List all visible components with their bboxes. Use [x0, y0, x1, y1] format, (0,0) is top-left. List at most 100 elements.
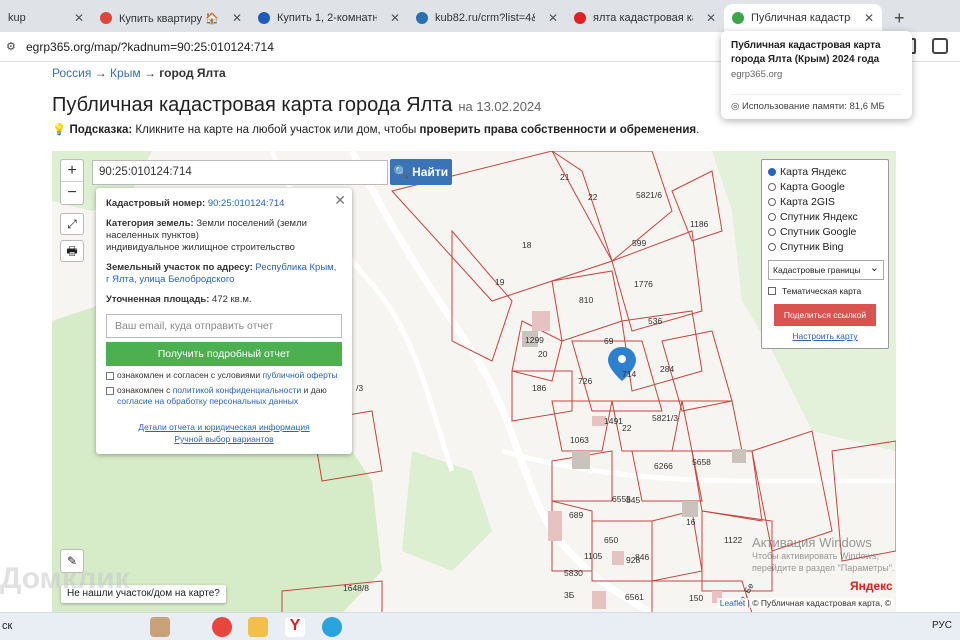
new-tab-button[interactable]: + — [894, 4, 905, 32]
site-settings-icon[interactable]: ⚙ — [6, 40, 20, 54]
layer-select[interactable]: Кадастровые границы — [768, 260, 884, 280]
layer-option[interactable]: Спутник Google — [768, 224, 882, 239]
tab-0[interactable]: kup ✕ — [0, 4, 92, 32]
close-icon[interactable]: ✕ — [334, 192, 346, 209]
get-report-button[interactable]: Получить подробный отчет — [106, 342, 342, 366]
hover-card-domain: egrp365.org — [731, 69, 783, 80]
lightbulb-icon: 💡 — [52, 124, 67, 136]
hint-label: Подсказка: — [69, 124, 133, 136]
tab-5[interactable]: Публичная кадастровая к ✕ — [724, 4, 882, 32]
telegram-icon[interactable] — [322, 617, 342, 637]
find-button[interactable]: 🔍 Найти — [390, 159, 452, 185]
layer-option-label: Карта Google — [780, 180, 845, 193]
cadastral-map[interactable]: 21 22 5821/6 1186 18 599 19 1776 810 536 1299 69 20 2… — [52, 151, 896, 613]
layer-option-label: Спутник Google — [780, 225, 857, 238]
zoom-out-button[interactable]: − — [61, 182, 83, 204]
tab-close-icon[interactable]: ✕ — [232, 11, 242, 25]
breadcrumb-russia[interactable]: Россия — [52, 66, 91, 80]
cad-link[interactable]: 90:25:010124:714 — [208, 198, 285, 209]
tab-close-icon[interactable]: ✕ — [74, 11, 84, 25]
tab-close-icon[interactable]: ✕ — [390, 11, 400, 25]
cadastral-search-input[interactable]: 90:25:010124:714 — [92, 160, 388, 185]
radio-icon[interactable] — [768, 167, 776, 176]
tab-close-icon[interactable]: ✕ — [706, 11, 716, 25]
address-row: Земельный участок по адресу: Республика … — [106, 262, 342, 286]
park-area — [402, 451, 492, 571]
radio-icon[interactable] — [768, 182, 776, 191]
memory-icon: ◎ — [731, 101, 740, 112]
zoom-in-button[interactable]: + — [61, 160, 83, 182]
thematic-checkbox[interactable] — [768, 287, 776, 295]
consent-link[interactable]: согласие на обработку персональных данны… — [117, 396, 298, 406]
layer-option[interactable]: Карта Яндекс — [768, 164, 882, 179]
manual-choice-link[interactable]: Ручной выбор вариантов — [106, 433, 342, 445]
parcel-info-popup: ✕ Кадастровый номер: 90:25:010124:714 Ка… — [96, 188, 352, 454]
language-indicator[interactable]: РУС — [932, 620, 952, 631]
tab-close-icon[interactable]: ✕ — [864, 11, 874, 25]
leaflet-link[interactable]: Leaflet — [720, 598, 746, 608]
report-details-link[interactable]: Детали отчета и юридическая информация — [106, 421, 342, 433]
privacy-checkbox-row[interactable]: ознакомлен с политикой конфиденциальност… — [106, 385, 342, 407]
tab-2[interactable]: Купить 1, 2-комнатную кв ✕ — [250, 4, 408, 32]
tab-close-icon[interactable]: ✕ — [548, 11, 558, 25]
taskbar-search[interactable]: ск — [2, 620, 12, 632]
offer-checkbox[interactable] — [106, 372, 114, 380]
parcel-number: 284 — [660, 364, 674, 374]
parcel-number: 5830 — [564, 568, 583, 578]
parcel-number: 150 — [689, 593, 703, 603]
email-input[interactable]: Ваш email, куда отправить отчет — [106, 314, 342, 338]
tab-label: kup — [8, 12, 26, 24]
tab-label: Купить 1, 2-комнатную кв — [277, 12, 377, 24]
parcel-number: 1648/8 — [343, 583, 369, 593]
parcel-number: 810 — [579, 295, 593, 305]
layer-option[interactable]: Карта 2GIS — [768, 194, 882, 209]
marker-dot — [618, 355, 626, 363]
layer-option[interactable]: Карта Google — [768, 179, 882, 194]
usage-value: индивидуальное жилищное строительство — [106, 242, 295, 253]
tab-1[interactable]: Купить квартиру 🏠 в Ялт ✕ — [92, 4, 250, 32]
parcel-number: 1122 — [724, 535, 743, 545]
puzzle-icon[interactable] — [932, 38, 948, 54]
tab-label: kub82.ru/crm?list=4&statu — [435, 12, 535, 24]
url-field[interactable]: egrp365.org/map/?kadnum=90:25:010124:714 — [26, 40, 274, 54]
tab-4[interactable]: ялта кадастровая карта с ✕ — [566, 4, 724, 32]
parcel-number: 21 — [560, 172, 570, 182]
thematic-row[interactable]: Тематическая карта — [768, 286, 882, 296]
breadcrumb-yalta: город Ялта — [159, 66, 226, 80]
parcel-number: 599 — [632, 238, 646, 248]
yandex-logo: Яндекс — [850, 579, 893, 593]
breadcrumb-sep: → — [143, 66, 156, 80]
tune-map-link[interactable]: Настроить карту — [768, 331, 882, 341]
parcel-number: 186 — [532, 383, 546, 393]
layer-option[interactable]: Спутник Bing — [768, 239, 882, 254]
photo-icon[interactable] — [150, 617, 170, 637]
radio-icon[interactable] — [768, 212, 776, 221]
yandex-browser-icon[interactable]: Y — [285, 617, 305, 637]
cad-row: Кадастровый номер: 90:25:010124:714 — [106, 198, 342, 210]
parcel-number: 714 — [622, 369, 636, 379]
layer-option[interactable]: Спутник Яндекс — [768, 209, 882, 224]
parcel-number: 5821/6 — [636, 190, 662, 200]
breadcrumb-crimea[interactable]: Крым — [110, 66, 141, 80]
category-row: Категория земель: Земли поселений (земли… — [106, 218, 342, 254]
tab-strip: kup✕Купить квартиру 🏠 в Ялт✕Купить 1, 2-… — [0, 0, 960, 32]
chrome-icon[interactable] — [212, 617, 232, 637]
memory-usage: Использование памяти: 81,6 МБ — [741, 101, 885, 112]
print-icon[interactable]: 🖶 — [60, 240, 84, 262]
popup-links: Детали отчета и юридическая информация Р… — [106, 421, 342, 445]
radio-icon[interactable] — [768, 242, 776, 251]
fullscreen-icon[interactable]: ⤢ — [60, 213, 84, 235]
favicon-icon — [416, 12, 428, 24]
offer-checkbox-row[interactable]: ознакомлен и согласен с условиями публич… — [106, 370, 342, 381]
privacy-checkbox[interactable] — [106, 387, 114, 395]
privacy-link[interactable]: политикой конфиденциальности — [173, 385, 302, 395]
radio-icon[interactable] — [768, 227, 776, 236]
radio-icon[interactable] — [768, 197, 776, 206]
tab-3[interactable]: kub82.ru/crm?list=4&statu ✕ — [408, 4, 566, 32]
category-label: Категория земель: — [106, 218, 194, 229]
folder-icon[interactable] — [248, 617, 268, 637]
share-link-button[interactable]: Поделиться ссылкой — [774, 304, 876, 326]
area-value: 472 кв.м. — [212, 294, 252, 305]
parcel-number: /3 — [356, 383, 363, 393]
offer-link[interactable]: публичной оферты — [263, 370, 338, 380]
